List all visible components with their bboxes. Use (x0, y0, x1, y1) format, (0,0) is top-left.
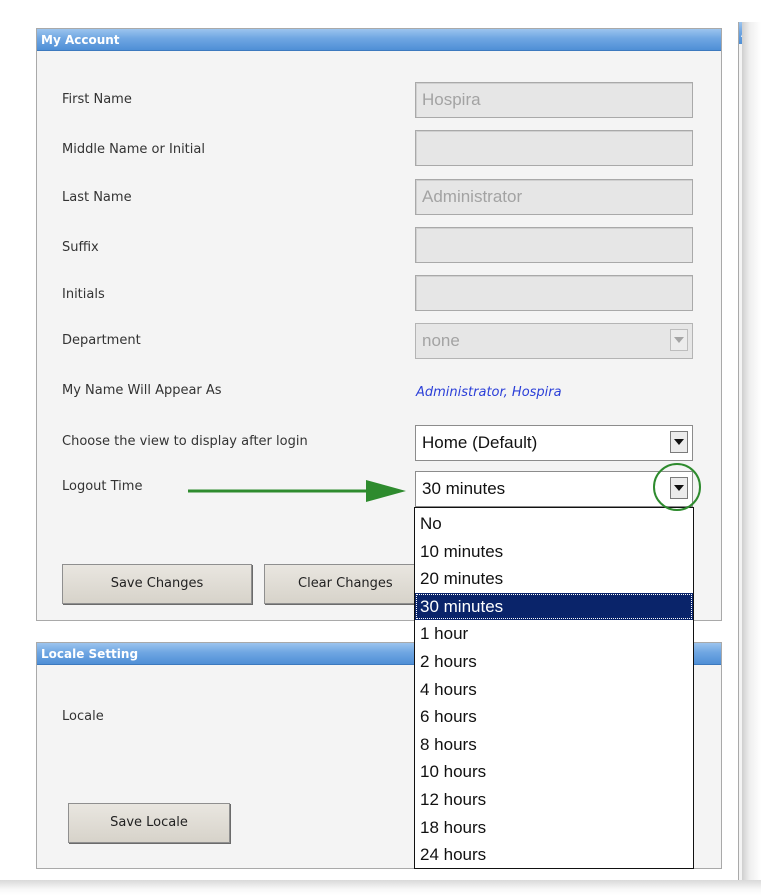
torn-edge-right (742, 22, 761, 895)
dropdown-option[interactable]: 2 hours (415, 648, 693, 675)
save-locale-button[interactable]: Save Locale (68, 803, 230, 843)
dropdown-option[interactable]: 10 hours (415, 758, 693, 785)
view-dropdown-button[interactable] (670, 431, 688, 453)
department-label: Department (62, 333, 141, 348)
logout-time-select[interactable]: 30 minutes (415, 471, 693, 507)
dropdown-option[interactable]: 24 hours (415, 841, 693, 868)
logout-dropdown-button[interactable] (670, 477, 688, 499)
view-after-login-value: Home (Default) (422, 433, 538, 452)
dropdown-option[interactable]: 6 hours (415, 703, 693, 730)
dropdown-option[interactable]: No (415, 510, 693, 537)
chevron-down-icon (674, 439, 684, 445)
dropdown-option[interactable]: 8 hours (415, 731, 693, 758)
view-after-login-select[interactable]: Home (Default) (415, 425, 693, 461)
first-name-field[interactable]: Hospira (415, 82, 693, 118)
locale-label: Locale (62, 709, 104, 724)
dropdown-option[interactable]: 10 minutes (415, 538, 693, 565)
dropdown-option[interactable]: 30 minutes (415, 592, 693, 620)
suffix-field[interactable] (415, 227, 693, 263)
middle-name-label: Middle Name or Initial (62, 142, 205, 157)
logout-time-label: Logout Time (62, 479, 143, 494)
view-after-login-label: Choose the view to display after login (62, 434, 308, 449)
save-changes-button[interactable]: Save Changes (62, 564, 252, 604)
logout-time-dropdown-list[interactable]: No 10 minutes 20 minutes 30 minutes 1 hour 2 … (414, 507, 694, 869)
name-appears-label: My Name Will Appear As (62, 383, 222, 398)
suffix-label: Suffix (62, 240, 99, 255)
last-name-field[interactable]: Administrator (415, 179, 693, 215)
dropdown-option[interactable]: 1 hour (415, 620, 693, 647)
logout-time-value: 30 minutes (422, 479, 506, 498)
first-name-label: First Name (62, 92, 132, 107)
dropdown-option[interactable]: 4 hours (415, 676, 693, 703)
dropdown-option[interactable]: 12 hours (415, 786, 693, 813)
department-dropdown-button[interactable] (670, 329, 688, 351)
screenshot-frame: My Account First Name Hospira Middle Nam… (0, 0, 761, 895)
name-appears-value: Administrator, Hospira (416, 385, 562, 400)
initials-field[interactable] (415, 275, 693, 311)
department-value: none (422, 331, 460, 350)
my-account-header: My Account (37, 29, 721, 51)
torn-edge-bottom (0, 880, 761, 895)
chevron-down-icon (674, 337, 684, 343)
initials-label: Initials (62, 287, 105, 302)
chevron-down-icon (674, 485, 684, 491)
dropdown-option[interactable]: 20 minutes (415, 565, 693, 592)
department-select[interactable]: none (415, 323, 693, 359)
last-name-label: Last Name (62, 190, 132, 205)
middle-name-field[interactable] (415, 130, 693, 166)
dropdown-option[interactable]: 18 hours (415, 814, 693, 841)
